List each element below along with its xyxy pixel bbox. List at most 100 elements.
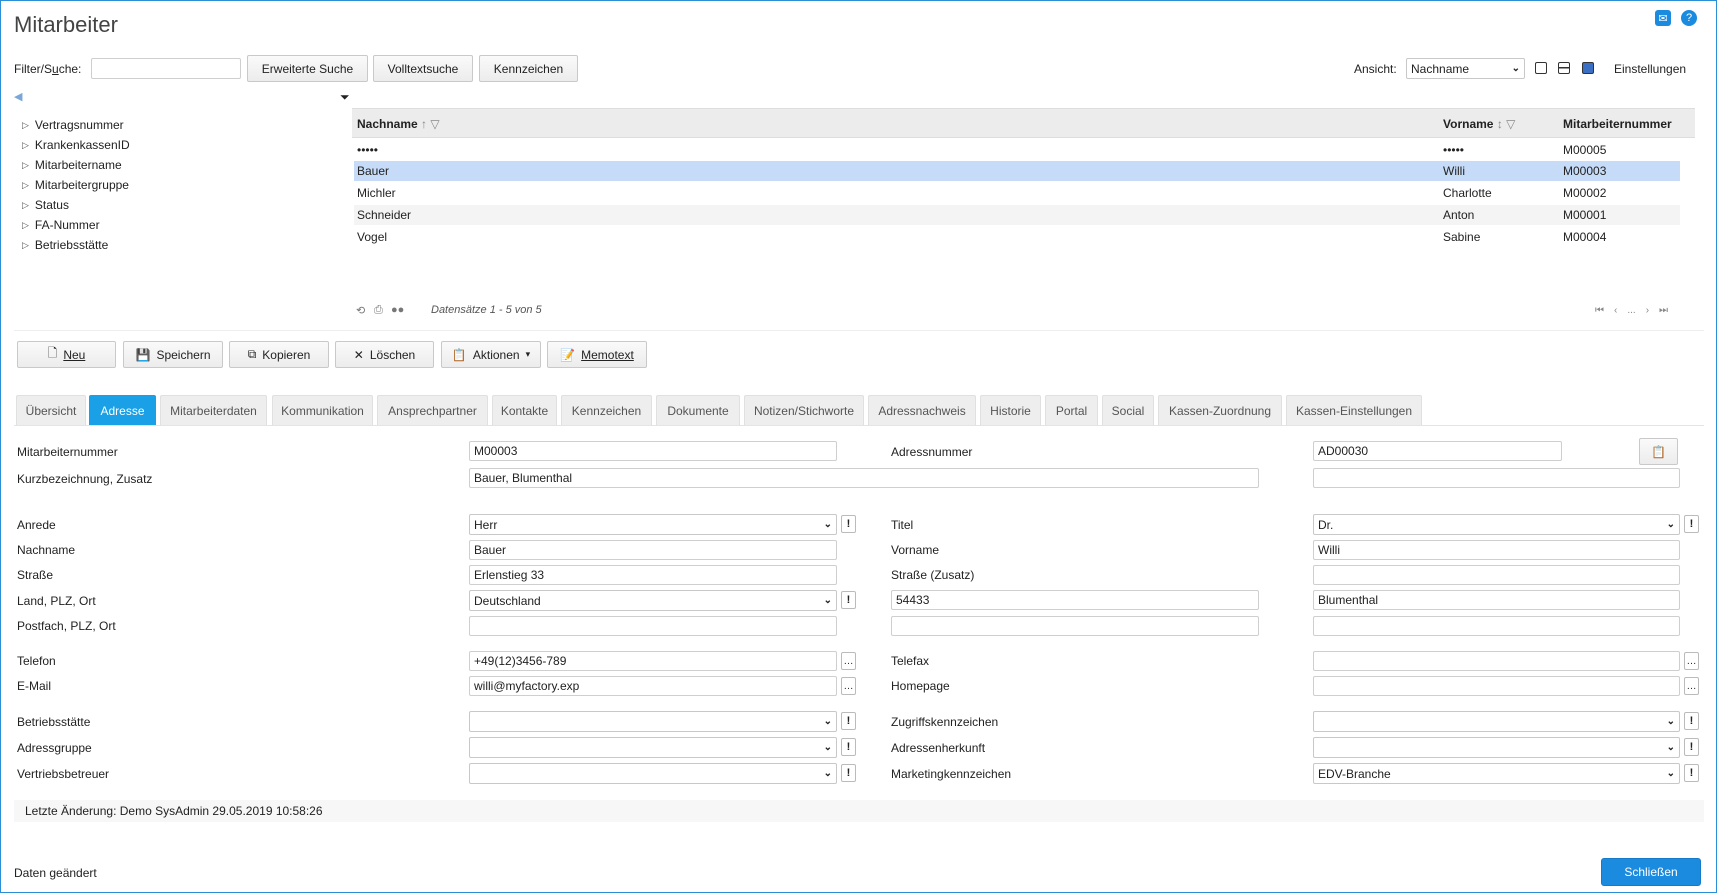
- telefax-field[interactable]: [1313, 651, 1680, 671]
- tab-kommunikation[interactable]: Kommunikation: [272, 395, 373, 425]
- zugriffskennzeichen-select[interactable]: ⌄: [1313, 711, 1680, 732]
- homepage-field[interactable]: [1313, 676, 1680, 696]
- kurzbezeichnung-field[interactable]: Bauer, Blumenthal: [469, 468, 1259, 488]
- view-detail-icon[interactable]: [1582, 62, 1594, 74]
- column-header-nachname[interactable]: Nachname ↑ ▽: [357, 117, 440, 131]
- new-button[interactable]: 🗋 Neu: [17, 341, 116, 368]
- marketingkennzeichen-select[interactable]: EDV-Branche ⌄: [1313, 763, 1680, 784]
- marketingkennzeichen-info-button[interactable]: !: [1684, 764, 1699, 782]
- titel-select[interactable]: Dr. ⌄: [1313, 514, 1680, 535]
- fulltext-search-button[interactable]: Volltextsuche: [373, 55, 473, 82]
- vertriebsbetreuer-info-button[interactable]: !: [841, 764, 856, 782]
- telefax-more-button[interactable]: …: [1684, 652, 1699, 670]
- settings-link[interactable]: Einstellungen: [1614, 62, 1686, 76]
- tab-kontakte[interactable]: Kontakte: [492, 395, 557, 425]
- nachname-field[interactable]: Bauer: [469, 540, 837, 560]
- filter-input[interactable]: [91, 58, 241, 79]
- zugriffskennzeichen-info-button[interactable]: !: [1684, 712, 1699, 730]
- adressenherkunft-info-button[interactable]: !: [1684, 738, 1699, 756]
- land-info-button[interactable]: !: [841, 591, 856, 609]
- column-header-mitarbeiternummer[interactable]: Mitarbeiternummer: [1563, 117, 1672, 131]
- tab-kassen-zuordnung[interactable]: Kassen-Zuordnung: [1158, 395, 1282, 425]
- label-adressgruppe: Adressgruppe: [17, 741, 92, 755]
- next-page-icon[interactable]: ›: [1646, 305, 1649, 316]
- table-row[interactable]: Bauer Willi M00003: [354, 161, 1680, 181]
- tab-portal[interactable]: Portal: [1045, 395, 1098, 425]
- tree-item[interactable]: ▷ Betriebsstätte: [22, 238, 108, 252]
- column-header-vorname[interactable]: Vorname ↕ ▽: [1443, 117, 1515, 131]
- telefon-field[interactable]: +49(12)3456-789: [469, 651, 837, 671]
- adressnummer-field[interactable]: AD00030: [1313, 441, 1562, 461]
- actions-button[interactable]: 📋 Aktionen ▾: [441, 341, 541, 368]
- filter-funnel-icon[interactable]: ⏷: [340, 90, 350, 105]
- titel-info-button[interactable]: !: [1684, 515, 1699, 533]
- tab-historie[interactable]: Historie: [980, 395, 1041, 425]
- tree-item[interactable]: ▷ Mitarbeitergruppe: [22, 178, 129, 192]
- view-split-icon[interactable]: [1558, 62, 1570, 74]
- ort-field[interactable]: Blumenthal: [1313, 590, 1680, 610]
- help-icon[interactable]: ?: [1681, 10, 1697, 26]
- kurzbezeichnung-zusatz-field[interactable]: [1313, 468, 1680, 488]
- flags-button[interactable]: Kennzeichen: [479, 55, 578, 82]
- tab-uebersicht[interactable]: Übersicht: [16, 395, 86, 425]
- email-more-button[interactable]: …: [841, 677, 856, 695]
- table-row[interactable]: ••••• ••••• M00005: [354, 140, 1680, 160]
- label-adressnummer: Adressnummer: [891, 445, 973, 459]
- postfach-ort-field[interactable]: [1313, 616, 1680, 636]
- tree-item[interactable]: ▷ Status: [22, 198, 69, 212]
- tab-dokumente[interactable]: Dokumente: [656, 395, 740, 425]
- table-row[interactable]: Michler Charlotte M00002: [354, 183, 1680, 203]
- last-page-icon[interactable]: ⏭: [1659, 305, 1668, 316]
- refresh-icon[interactable]: ⟲: [356, 304, 365, 317]
- homepage-more-button[interactable]: …: [1684, 677, 1699, 695]
- close-button[interactable]: Schließen: [1601, 858, 1701, 886]
- postfach-plz-field[interactable]: [891, 616, 1259, 636]
- vertriebsbetreuer-select[interactable]: ⌄: [469, 763, 837, 784]
- plz-field[interactable]: 54433: [891, 590, 1259, 610]
- tab-kennzeichen[interactable]: Kennzeichen: [561, 395, 652, 425]
- view-select[interactable]: Nachname ⌄: [1406, 58, 1525, 79]
- tab-adresse[interactable]: Adresse: [89, 395, 156, 425]
- strasse-zusatz-field[interactable]: [1313, 565, 1680, 585]
- collapse-left-icon[interactable]: ◀: [14, 90, 22, 103]
- copy-button[interactable]: ⧉ Kopieren: [229, 341, 329, 368]
- first-page-icon[interactable]: ⏮: [1595, 305, 1604, 316]
- tree-item[interactable]: ▷ KrankenkassenID: [22, 138, 130, 152]
- save-button[interactable]: 💾 Speichern: [123, 341, 223, 368]
- adressenherkunft-select[interactable]: ⌄: [1313, 737, 1680, 758]
- tab-kassen-einstellungen[interactable]: Kassen-Einstellungen: [1286, 395, 1422, 425]
- memotext-button[interactable]: 📝 Memotext: [547, 341, 647, 368]
- betriebsstaette-info-button[interactable]: !: [841, 712, 856, 730]
- betriebsstaette-select[interactable]: ⌄: [469, 711, 837, 732]
- tab-ansprechpartner[interactable]: Ansprechpartner: [377, 395, 488, 425]
- table-row[interactable]: Schneider Anton M00001: [354, 205, 1680, 225]
- mitarbeiternummer-field[interactable]: M00003: [469, 441, 837, 461]
- columns-icon[interactable]: ●●: [391, 304, 404, 316]
- tab-notizen[interactable]: Notizen/Stichworte: [744, 395, 864, 425]
- strasse-field[interactable]: Erlenstieg 33: [469, 565, 837, 585]
- tab-adressnachweis[interactable]: Adressnachweis: [868, 395, 976, 425]
- tree-item[interactable]: ▷ Vertragsnummer: [22, 118, 124, 132]
- anrede-select[interactable]: Herr ⌄: [469, 514, 837, 535]
- email-field[interactable]: willi@myfactory.exp: [469, 676, 837, 696]
- view-single-icon[interactable]: [1535, 62, 1547, 74]
- anrede-info-button[interactable]: !: [841, 515, 856, 533]
- tab-mitarbeiterdaten[interactable]: Mitarbeiterdaten: [160, 395, 267, 425]
- mail-icon[interactable]: ✉: [1655, 10, 1671, 26]
- tree-item[interactable]: ▷ FA-Nummer: [22, 218, 100, 232]
- print-icon[interactable]: ⎙: [374, 304, 383, 317]
- tree-item[interactable]: ▷ Mitarbeitername: [22, 158, 122, 172]
- land-select[interactable]: Deutschland ⌄: [469, 590, 837, 611]
- label-telefon: Telefon: [17, 654, 56, 668]
- tab-social[interactable]: Social: [1102, 395, 1154, 425]
- clipboard-button[interactable]: 📋: [1639, 438, 1678, 465]
- extended-search-button[interactable]: Erweiterte Suche: [247, 55, 368, 82]
- table-row[interactable]: Vogel Sabine M00004: [354, 227, 1680, 247]
- adressgruppe-info-button[interactable]: !: [841, 738, 856, 756]
- vorname-field[interactable]: Willi: [1313, 540, 1680, 560]
- prev-page-icon[interactable]: ‹: [1614, 305, 1617, 316]
- adressgruppe-select[interactable]: ⌄: [469, 737, 837, 758]
- postfach-field[interactable]: [469, 616, 837, 636]
- delete-button[interactable]: ✕ Löschen: [335, 341, 434, 368]
- telefon-more-button[interactable]: …: [841, 652, 856, 670]
